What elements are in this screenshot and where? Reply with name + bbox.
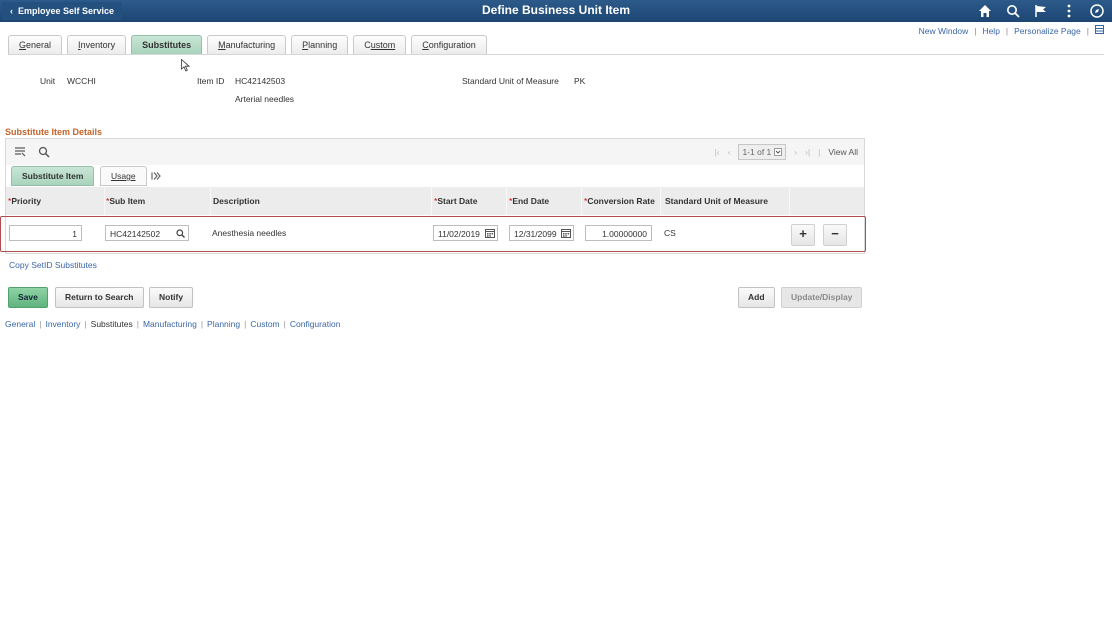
footer-separator: | bbox=[39, 319, 42, 329]
update-display-button[interactable]: Update/Display bbox=[781, 287, 863, 308]
footer-separator: | bbox=[200, 319, 204, 329]
first-page-icon[interactable]: |‹ bbox=[715, 147, 720, 157]
delete-row-button[interactable]: − bbox=[823, 224, 847, 246]
add-row-button[interactable]: + bbox=[791, 224, 815, 246]
end-date-input[interactable]: 12/31/2099 bbox=[509, 225, 574, 241]
link-separator: | bbox=[1086, 25, 1089, 36]
subtab-usage[interactable]: Usage bbox=[100, 166, 147, 186]
top-banner: ‹ Employee Self Service Define Business … bbox=[0, 0, 1112, 22]
page-title: Define Business Unit Item bbox=[481, 3, 631, 17]
footer-current-substitutes: Substitutes bbox=[90, 319, 133, 329]
tab-custom[interactable]: Custom bbox=[353, 35, 407, 55]
new-window-link[interactable]: New Window bbox=[919, 26, 969, 36]
footer-link-general[interactable]: General bbox=[5, 319, 35, 329]
grid-toolbar: |‹ ‹ 1-1 of 1 › ›| | View All bbox=[6, 139, 864, 165]
previous-page-icon[interactable]: ‹ bbox=[728, 147, 731, 157]
save-button[interactable]: Save bbox=[8, 287, 48, 308]
search-icon[interactable] bbox=[1004, 2, 1022, 20]
link-separator: | bbox=[1005, 25, 1009, 36]
tab-manufacturing[interactable]: Manufacturing bbox=[207, 35, 287, 55]
calendar-icon[interactable] bbox=[561, 228, 571, 238]
footer-separator: | bbox=[84, 319, 87, 329]
flag-icon[interactable] bbox=[1032, 2, 1050, 20]
item-id-label: Item ID bbox=[197, 76, 225, 86]
return-to-search-button[interactable]: Return to Search bbox=[55, 287, 144, 308]
column-header-end-date: *End Date bbox=[509, 187, 582, 215]
lookup-search-icon[interactable] bbox=[176, 229, 185, 238]
view-all-link[interactable]: View All bbox=[828, 147, 858, 157]
notify-button[interactable]: Notify bbox=[149, 287, 194, 308]
row-range-select[interactable]: 1-1 of 1 bbox=[738, 144, 787, 160]
description-cell: Anesthesia needles bbox=[212, 228, 287, 238]
navigator-icon[interactable] bbox=[1088, 2, 1106, 20]
item-id-value: HC42142503 bbox=[235, 76, 286, 86]
standard-uom-cell: CS bbox=[664, 228, 676, 238]
column-header-start-date: *Start Date bbox=[434, 187, 507, 215]
footer-link-configuration[interactable]: Configuration bbox=[290, 319, 341, 329]
personalize-grid-icon[interactable] bbox=[14, 146, 26, 158]
next-page-icon[interactable]: › bbox=[794, 147, 797, 157]
column-header-standard-uom: Standard Unit of Measure bbox=[665, 187, 790, 215]
uom-label: Standard Unit of Measure bbox=[462, 76, 559, 86]
minus-icon: − bbox=[831, 226, 839, 241]
column-header-description: Description bbox=[213, 187, 432, 215]
footer-link-inventory[interactable]: Inventory bbox=[45, 319, 80, 329]
unit-value: WCCHI bbox=[67, 76, 96, 86]
help-link[interactable]: Help bbox=[982, 26, 999, 36]
footer-separator: | bbox=[283, 319, 286, 329]
unit-label: Unit bbox=[40, 76, 56, 86]
tab-substitutes[interactable]: Substitutes bbox=[131, 35, 203, 55]
grid-header: *Priority *Sub Item Description *Start D… bbox=[6, 187, 864, 215]
tab-configuration[interactable]: Configuration bbox=[411, 35, 487, 55]
section-title: Substitute Item Details bbox=[5, 127, 103, 137]
conversion-rate-input[interactable]: 1.00000000 bbox=[585, 225, 652, 241]
column-header-priority: *Priority bbox=[8, 187, 105, 215]
copy-setid-substitutes-link[interactable]: Copy SetID Substitutes bbox=[9, 260, 97, 270]
link-separator: | bbox=[974, 25, 977, 36]
tab-inventory[interactable]: Inventory bbox=[67, 35, 127, 55]
sub-item-input[interactable]: HC42142502 bbox=[105, 225, 189, 241]
chevron-down-icon bbox=[774, 148, 783, 156]
footer-navigation: General | Inventory | Substitutes | Manu… bbox=[5, 319, 340, 329]
footer-link-manufacturing[interactable]: Manufacturing bbox=[143, 319, 197, 329]
add-button[interactable]: Add bbox=[738, 287, 775, 308]
column-header-sub-item: *Sub Item bbox=[106, 187, 211, 215]
footer-link-planning[interactable]: Planning bbox=[207, 319, 240, 329]
item-description: Arterial needles bbox=[235, 94, 295, 104]
calendar-icon[interactable] bbox=[485, 228, 495, 238]
start-date-input[interactable]: 11/02/2019 bbox=[433, 225, 498, 241]
personalize-page-link[interactable]: Personalize Page bbox=[1014, 26, 1081, 36]
footer-link-custom[interactable]: Custom bbox=[250, 319, 279, 329]
subtab-substitute-item[interactable]: Substitute Item bbox=[11, 166, 95, 186]
uom-value: PK bbox=[574, 76, 586, 86]
find-in-grid-icon[interactable] bbox=[38, 146, 50, 158]
page-tabs: General Inventory Substitutes Manufactur… bbox=[8, 35, 487, 55]
footer-separator: | bbox=[136, 319, 139, 329]
grid-menu-icon[interactable] bbox=[1095, 25, 1104, 36]
priority-input[interactable]: 1 bbox=[9, 225, 82, 241]
show-all-columns-icon[interactable] bbox=[151, 172, 161, 180]
tab-general[interactable]: General bbox=[8, 35, 63, 55]
footer-separator: | bbox=[244, 319, 247, 329]
home-icon[interactable] bbox=[976, 2, 994, 20]
tab-planning[interactable]: Planning bbox=[291, 35, 349, 55]
more-vertical-icon[interactable] bbox=[1060, 2, 1078, 20]
last-page-icon[interactable]: ›| bbox=[805, 147, 810, 157]
tab-divider bbox=[8, 54, 1104, 55]
plus-icon: + bbox=[799, 226, 807, 241]
mouse-cursor-icon bbox=[181, 59, 190, 72]
pager-separator: | bbox=[818, 147, 821, 157]
column-header-conversion-rate: *Conversion Rate bbox=[584, 187, 661, 215]
